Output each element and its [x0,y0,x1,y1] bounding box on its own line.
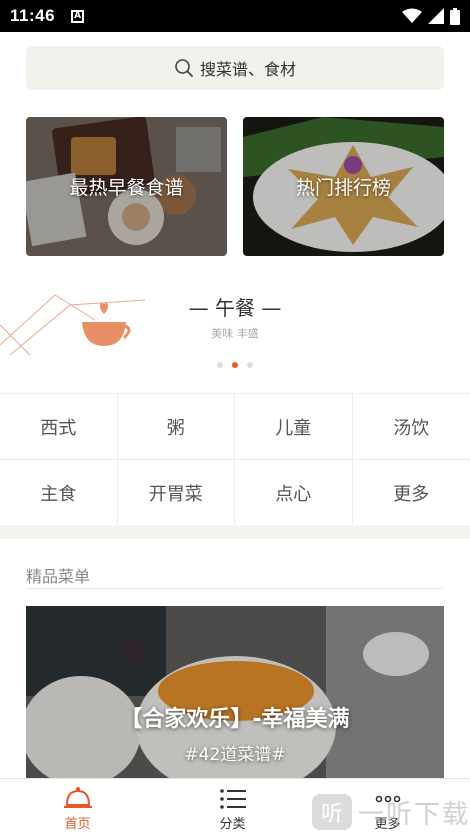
carousel-indicator [217,362,253,368]
status-time: 11:46 [10,6,56,25]
carousel-dot [217,362,223,368]
list-icon [219,789,246,809]
carousel-dot-active [232,362,238,368]
meal-title: — 午餐 — [188,296,282,320]
tab-categories-label: 分类 [219,817,246,832]
category-dim-sum[interactable]: 点心 [235,460,353,526]
tab-home-label: 首页 [64,817,91,832]
featured-menu-card[interactable]: 【合家欢乐】-幸福美满 #42道菜谱# [26,606,444,778]
wifi-icon [402,8,422,23]
category-soups-drinks[interactable]: 汤饮 [352,394,470,460]
card-title: 最热早餐食谱 [69,177,184,199]
watermark: 听 一听下载 [310,792,470,832]
search-icon [175,59,193,77]
signal-icon [428,8,444,24]
featured-title: 【合家欢乐】-幸福美满 [120,707,350,732]
status-icons [402,7,460,25]
tab-home[interactable]: 首页 [0,779,155,835]
carousel-dot [247,362,253,368]
meal-subtitle: 美味 丰盛 [211,327,259,340]
category-kids[interactable]: 儿童 [235,394,353,460]
section-divider [0,525,470,539]
battery-icon [450,7,460,25]
watermark-text: 一听下载 [358,799,470,830]
category-grid: 西式 粥 儿童 汤饮 主食 开胃菜 点心 更多 [0,393,470,526]
search-bar[interactable]: 搜菜谱、食材 [26,46,444,90]
section-underline [26,588,444,589]
watermark-logo-icon: 听 [312,794,352,830]
notification-a-icon: A [71,9,85,23]
home-icon [63,787,92,808]
tab-categories[interactable]: 分类 [155,779,310,835]
category-porridge[interactable]: 粥 [117,394,235,460]
category-more[interactable]: 更多 [352,460,470,526]
section-title: 精品菜单 [26,567,91,586]
card-title: 热门排行榜 [295,177,391,199]
search-placeholder: 搜菜谱、食材 [199,60,296,79]
featured-subtitle: #42道菜谱# [184,745,286,765]
category-staple[interactable]: 主食 [0,460,118,526]
category-appetizers[interactable]: 开胃菜 [117,460,235,526]
category-western[interactable]: 西式 [0,394,118,460]
card-breakfast-recipes[interactable]: 最热早餐食谱 [26,117,227,256]
svg-text:听: 听 [321,802,343,827]
status-bar: 11:46 A [0,0,470,32]
card-hot-ranking[interactable]: 热门排行榜 [243,117,444,256]
